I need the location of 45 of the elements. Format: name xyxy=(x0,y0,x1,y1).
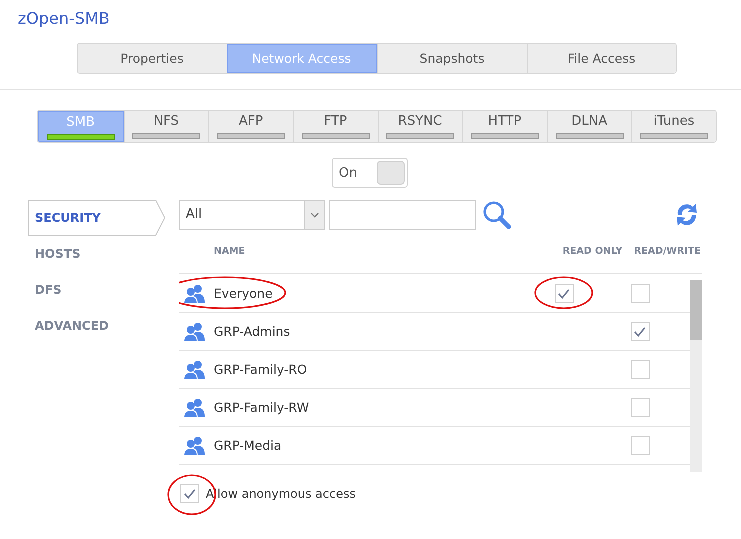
tab[interactable]: File Access xyxy=(526,44,676,73)
sidebar-item[interactable]: SECURITY xyxy=(28,200,166,236)
check-icon xyxy=(184,488,196,498)
table-cell: GRP-Family-RO xyxy=(214,362,308,377)
column-header: READ/WRITE xyxy=(633,246,702,257)
protocol-tab[interactable]: FTP xyxy=(292,111,378,142)
protocol-tab[interactable]: AFP xyxy=(208,111,293,142)
users-icon xyxy=(184,360,206,380)
protocol-tab[interactable]: iTunes xyxy=(631,111,716,142)
sidebar-item[interactable]: ADVANCED xyxy=(28,308,154,344)
checkbox[interactable] xyxy=(630,398,650,417)
checkbox[interactable] xyxy=(630,436,650,455)
search-field[interactable] xyxy=(329,200,476,230)
protocol-tab[interactable]: HTTP xyxy=(462,111,547,142)
sidebar-item[interactable]: DFS xyxy=(28,272,154,308)
column-header: READ ONLY xyxy=(562,246,624,257)
scrollbar[interactable] xyxy=(690,280,702,472)
table-cell: GRP-Media xyxy=(214,438,282,453)
users-icon xyxy=(184,322,206,342)
checkbox[interactable] xyxy=(630,322,650,341)
users-icon xyxy=(184,436,206,456)
scrollbar-thumb[interactable] xyxy=(690,280,702,340)
users-icon xyxy=(184,398,206,418)
search-icon xyxy=(482,200,512,230)
checkbox[interactable] xyxy=(554,284,574,303)
tab[interactable]: Snapshots xyxy=(377,44,526,73)
table-cell: Everyone xyxy=(214,286,273,301)
sidebar-item[interactable]: HOSTS xyxy=(28,236,154,272)
protocol-tab[interactable]: NFS xyxy=(124,111,208,142)
table-cell: GRP-Admins xyxy=(214,324,290,339)
check-icon xyxy=(558,288,570,298)
chevron-down-icon xyxy=(310,212,318,218)
tab[interactable]: Properties xyxy=(78,44,226,73)
users-icon xyxy=(184,284,206,304)
table-cell: GRP-Family-RW xyxy=(214,400,310,415)
protocol-tab[interactable]: RSYNC xyxy=(378,111,462,142)
protocol-tab[interactable]: DLNA xyxy=(546,111,632,142)
check-icon xyxy=(634,326,646,336)
toggle-switch[interactable]: On xyxy=(332,158,408,188)
column-header: NAME xyxy=(213,246,246,257)
page-title: zOpen-SMB xyxy=(17,8,111,30)
filter-dropdown[interactable]: All xyxy=(179,200,325,230)
checkbox[interactable] xyxy=(180,484,199,503)
checkbox[interactable] xyxy=(630,360,650,379)
checkbox[interactable] xyxy=(630,284,650,303)
